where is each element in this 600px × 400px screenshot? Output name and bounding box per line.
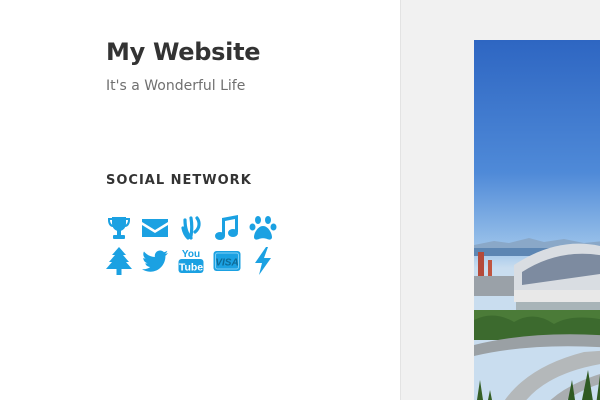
visa-text: VISA [215, 257, 238, 268]
site-description: It's a Wonderful Life [106, 78, 246, 94]
visa-icon[interactable]: VISA [212, 246, 248, 278]
social-icons: You Tube VISA [104, 212, 304, 278]
youtube-text-top: You [182, 249, 200, 260]
lightning-icon[interactable] [248, 246, 284, 278]
mail-icon[interactable] [140, 213, 176, 245]
tree-icon[interactable] [104, 246, 140, 278]
music-icon[interactable] [212, 213, 248, 245]
social-row-2: You Tube VISA [104, 245, 304, 278]
featured-photo [474, 40, 600, 400]
trophy-icon[interactable] [104, 213, 140, 245]
paw-icon[interactable] [248, 213, 284, 245]
site-title[interactable]: My Website [106, 38, 261, 66]
youtube-text-bottom: Tube [179, 261, 203, 273]
youtube-icon[interactable]: You Tube [176, 246, 212, 278]
social-network-widget-title: SOCIAL NETWORK [106, 173, 252, 188]
main-content [401, 0, 600, 400]
social-row-1 [104, 212, 304, 245]
twitter-icon[interactable] [140, 246, 176, 278]
vine-icon[interactable] [176, 213, 212, 245]
sidebar: My Website It's a Wonderful Life SOCIAL … [0, 0, 400, 400]
